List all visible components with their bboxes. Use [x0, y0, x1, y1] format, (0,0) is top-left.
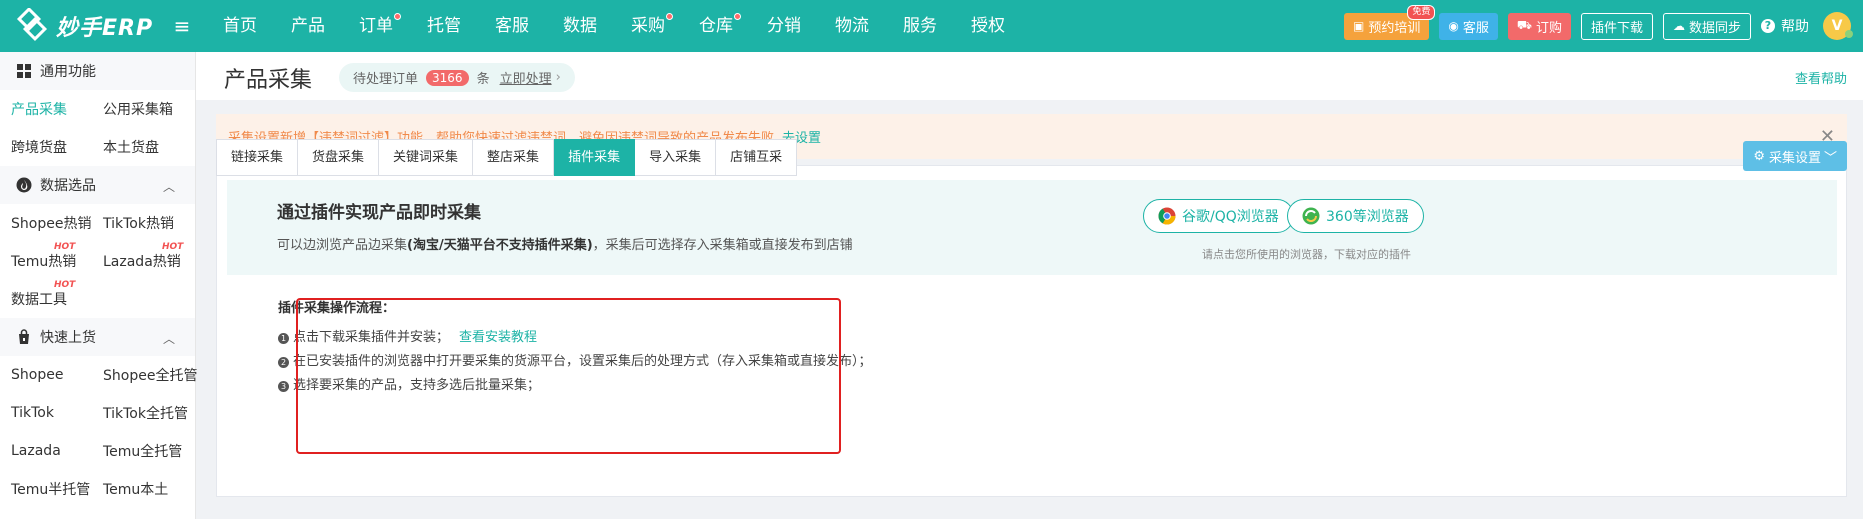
- main-nav: 首页 产品 订单 托管 客服 数据 采购 仓库 分销 物流 服务 授权: [206, 0, 1022, 52]
- customer-service-button[interactable]: ◉ 客服: [1439, 12, 1498, 40]
- tab-import-collection[interactable]: 导入采集: [635, 139, 717, 176]
- subscribe-button[interactable]: ⛟ 订购: [1507, 12, 1571, 40]
- flow-step-2: 2 在已安装插件的浏览器中打开要采集的货源平台，设置采集后的处理方式（存入采集箱…: [278, 350, 872, 374]
- top-navbar: 妙手ERP ≡ 首页 产品 订单 托管 客服 数据 采购 仓库 分销 物流 服务…: [0, 0, 1863, 52]
- calendar-icon: ▣: [1352, 19, 1365, 33]
- install-tutorial-link[interactable]: 查看安装教程: [459, 326, 537, 350]
- data-sync-button[interactable]: ☁ 数据同步: [1662, 12, 1751, 40]
- chevron-up-icon: ︿: [162, 180, 175, 194]
- pending-count-badge: 3166: [426, 69, 469, 86]
- fire-icon: [16, 177, 32, 193]
- sidebar-item-data-tools[interactable]: 数据工具 HOT: [0, 280, 92, 309]
- sidebar-section-data-selection[interactable]: 数据选品 ︿: [0, 166, 195, 204]
- banner-title: 通过插件实现产品即时采集: [277, 203, 481, 223]
- chat-icon: ◉: [1448, 19, 1459, 33]
- tab-store-collection[interactable]: 整店采集: [473, 139, 555, 176]
- hot-badge: HOT: [54, 280, 76, 290]
- page-title: 产品采集: [224, 68, 313, 93]
- sidebar-item-lazada-hot[interactable]: Lazada热销 HOT: [92, 242, 184, 271]
- chrome-qq-browser-button[interactable]: 谷歌/QQ浏览器: [1143, 199, 1294, 233]
- hot-badge: HOT: [162, 242, 184, 252]
- sidebar-item-tiktok-hot[interactable]: TikTok热销: [92, 213, 184, 233]
- chevron-down-icon: ﹀: [1823, 150, 1837, 166]
- nav-item-home[interactable]: 首页: [206, 0, 274, 52]
- sidebar-item-temu-full-managed[interactable]: Temu全托管: [92, 441, 184, 461]
- cart-icon: ⛟: [1516, 18, 1532, 32]
- nav-item-hosting[interactable]: 托管: [410, 0, 478, 52]
- grid-icon: [17, 64, 31, 78]
- help-link[interactable]: ? 帮助: [1761, 16, 1809, 36]
- sidebar: 通用功能 产品采集 公用采集箱 跨境货盘 本土货盘 数据选品 ︿ Shopee热…: [0, 52, 197, 519]
- flow-step-1: 1 点击下载采集插件并安装； 查看安装教程: [278, 326, 872, 350]
- collection-tabs: 链接采集 货盘采集 关键词采集 整店采集 插件采集 导入采集 店铺互采: [216, 139, 798, 176]
- nav-item-services[interactable]: 服务: [886, 0, 954, 52]
- free-badge: 免费: [1407, 4, 1436, 20]
- notification-dot: [394, 13, 401, 20]
- sidebar-item-crossborder-pallet[interactable]: 跨境货盘: [0, 137, 92, 157]
- nav-item-data[interactable]: 数据: [546, 0, 614, 52]
- gear-icon: ⚙: [1753, 148, 1765, 164]
- nav-item-products[interactable]: 产品: [274, 0, 342, 52]
- sidebar-item-tiktok[interactable]: TikTok: [0, 405, 92, 421]
- sidebar-section-quick-listing[interactable]: 快速上货 ︿: [0, 318, 195, 356]
- browser-hint-text: 请点击您所使用的浏览器，下载对应的插件: [1202, 248, 1411, 261]
- tab-pallet-collection[interactable]: 货盘采集: [298, 139, 380, 176]
- collection-settings-button[interactable]: ⚙ 采集设置 ﹀: [1743, 141, 1847, 171]
- page-header: 产品采集 待处理订单 3166 条 立即处理 › 查看帮助: [196, 52, 1863, 100]
- brand-logo[interactable]: 妙手ERP: [0, 8, 170, 44]
- hot-badge: HOT: [54, 242, 76, 252]
- question-icon: ?: [1761, 19, 1775, 33]
- plugin-download-button[interactable]: 插件下载: [1580, 12, 1653, 40]
- flow-title: 插件采集操作流程：: [278, 301, 396, 316]
- sidebar-item-local-pallet[interactable]: 本土货盘: [92, 137, 184, 157]
- chevron-right-icon: ›: [555, 70, 561, 85]
- header-actions: ▣ 预约培训 免费 ◉ 客服 ⛟ 订购 插件下载 ☁ 数据同步 ? 帮助 V: [1343, 0, 1863, 52]
- sidebar-item-shopee-hot[interactable]: Shopee热销: [0, 213, 92, 233]
- cloud-icon: ☁: [1672, 19, 1685, 33]
- logo-icon: [16, 8, 48, 42]
- tab-keyword-collection[interactable]: 关键词采集: [379, 139, 474, 176]
- view-help-link[interactable]: 查看帮助: [1795, 68, 1847, 87]
- tab-plugin-collection[interactable]: 插件采集: [554, 139, 636, 176]
- avatar[interactable]: V: [1823, 12, 1853, 40]
- sidebar-item-lazada[interactable]: Lazada: [0, 443, 92, 459]
- menu-toggle-icon[interactable]: ≡: [172, 14, 192, 38]
- sidebar-item-shopee[interactable]: Shopee: [0, 367, 92, 383]
- nav-item-distribution[interactable]: 分销: [750, 0, 818, 52]
- nav-item-authorization[interactable]: 授权: [954, 0, 1022, 52]
- nav-item-customer-service[interactable]: 客服: [478, 0, 546, 52]
- tab-link-collection[interactable]: 链接采集: [216, 139, 299, 176]
- nav-item-orders[interactable]: 订单: [342, 0, 410, 52]
- main-content: 产品采集 待处理订单 3166 条 立即处理 › 查看帮助 采集设置新增【违禁词…: [196, 52, 1863, 519]
- sidebar-item-tiktok-full-managed[interactable]: TikTok全托管: [92, 403, 188, 423]
- 360-browser-button[interactable]: 360等浏览器: [1287, 199, 1424, 233]
- sidebar-item-temu-semi-managed[interactable]: Temu半托管: [0, 479, 92, 499]
- pending-orders-pill: 待处理订单 3166 条 立即处理 ›: [339, 63, 575, 92]
- 360-browser-icon: [1302, 207, 1320, 225]
- nav-item-purchase[interactable]: 采购: [614, 0, 682, 52]
- process-now-link[interactable]: 立即处理: [500, 68, 552, 87]
- notification-dot: [666, 13, 673, 20]
- sidebar-section-general[interactable]: 通用功能: [0, 52, 195, 90]
- nav-item-warehouse[interactable]: 仓库: [682, 0, 750, 52]
- plugin-intro-banner: 通过插件实现产品即时采集 可以边浏览产品边采集(淘宝/天猫平台不支持插件采集)，…: [227, 180, 1837, 275]
- tab-store-mutual-collection[interactable]: 店铺互采: [716, 139, 798, 176]
- sidebar-item-shopee-full-managed[interactable]: Shopee全托管: [92, 365, 197, 385]
- plugin-flow-steps: 插件采集操作流程： 1 点击下载采集插件并安装； 查看安装教程 2 在已安装插件…: [278, 275, 872, 398]
- brand-name: 妙手ERP: [56, 16, 154, 41]
- sidebar-item-product-collection[interactable]: 产品采集: [0, 99, 92, 119]
- training-button[interactable]: ▣ 预约培训 免费: [1343, 4, 1436, 40]
- sidebar-item-temu-local[interactable]: Temu本土: [92, 479, 184, 499]
- notification-dot: [734, 13, 741, 20]
- sidebar-item-public-collection-box[interactable]: 公用采集箱: [92, 99, 184, 119]
- shopping-bag-icon: [19, 329, 29, 344]
- flow-step-3: 3 选择要采集的产品，支持多选后批量采集；: [278, 374, 872, 398]
- nav-item-logistics[interactable]: 物流: [818, 0, 886, 52]
- sidebar-item-temu-hot[interactable]: Temu热销 HOT: [0, 242, 92, 271]
- banner-subtitle: 可以边浏览产品边采集(淘宝/天猫平台不支持插件采集)，采集后可选择存入采集箱或直…: [277, 238, 853, 253]
- chevron-up-icon: ︿: [162, 332, 175, 346]
- chrome-icon: [1158, 207, 1176, 225]
